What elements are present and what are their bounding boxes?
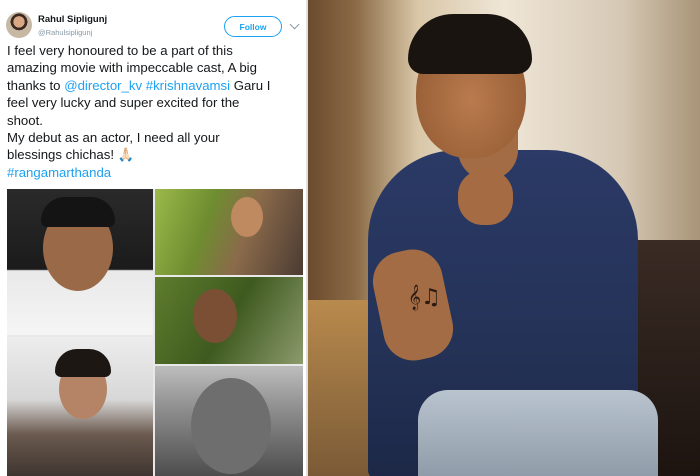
tweet-text-segment: shoot. (7, 112, 43, 128)
tweet-text-segment: My debut as an actor, I need all your (7, 130, 220, 146)
media-photo-1[interactable] (7, 189, 153, 335)
chevron-down-icon[interactable] (289, 19, 300, 30)
tweet-media-grid[interactable] (7, 189, 303, 476)
tweet-text-segment: Garu I (230, 77, 271, 93)
jeans (418, 390, 658, 476)
tweet-text-line: My debut as an actor, I need all your (7, 129, 303, 146)
music-note-tattoo-icon: 𝄞♫ (408, 285, 441, 310)
author-display-name[interactable]: Rahul Sipligunj (38, 14, 107, 25)
tweet-text-line: shoot. (7, 112, 303, 129)
media-photo-4[interactable] (7, 337, 153, 476)
tweet-text-line: thanks to @director_kv #krishnavamsi Gar… (7, 77, 303, 94)
tweet-text-segment: amazing movie with impeccable cast, A bi… (7, 60, 257, 76)
hashtag-link[interactable]: #rangamarthanda (7, 165, 111, 180)
tweet-text-line: blessings chichas! 🙏🏻 (7, 146, 303, 163)
tweet-text: I feel very honoured to be a part of thi… (7, 42, 303, 181)
avatar[interactable] (6, 12, 32, 38)
hand (458, 170, 513, 225)
tweet-card: Rahul Sipligunj @Rahulsipligunj Follow I… (0, 0, 306, 476)
follow-button[interactable]: Follow (224, 16, 282, 37)
tweet-header: Rahul Sipligunj @Rahulsipligunj Follow (6, 12, 300, 42)
tweet-text-segment: blessings chichas! 🙏🏻 (7, 147, 135, 163)
media-photo-5[interactable] (155, 366, 303, 476)
media-photo-2[interactable] (155, 189, 303, 275)
tweet-text-segment: feel very lucky and super excited for th… (7, 95, 240, 111)
portrait-photo: 𝄞♫ (308, 0, 700, 476)
media-photo-3[interactable] (155, 277, 303, 364)
hair (408, 14, 532, 74)
mention-link[interactable]: @director_kv (64, 78, 142, 93)
tweet-text-segment: I feel very honoured to be a part of thi… (7, 43, 233, 58)
author-handle[interactable]: @Rahulsipligunj (38, 28, 92, 37)
tweet-text-line: I feel very honoured to be a part of thi… (7, 42, 303, 59)
tweet-text-line: #rangamarthanda (7, 164, 303, 181)
tweet-text-segment: thanks to (7, 77, 65, 93)
hashtag-link[interactable]: #krishnavamsi (146, 78, 230, 93)
tweet-text-line: amazing movie with impeccable cast, A bi… (7, 59, 303, 76)
tweet-text-line: feel very lucky and super excited for th… (7, 94, 303, 111)
